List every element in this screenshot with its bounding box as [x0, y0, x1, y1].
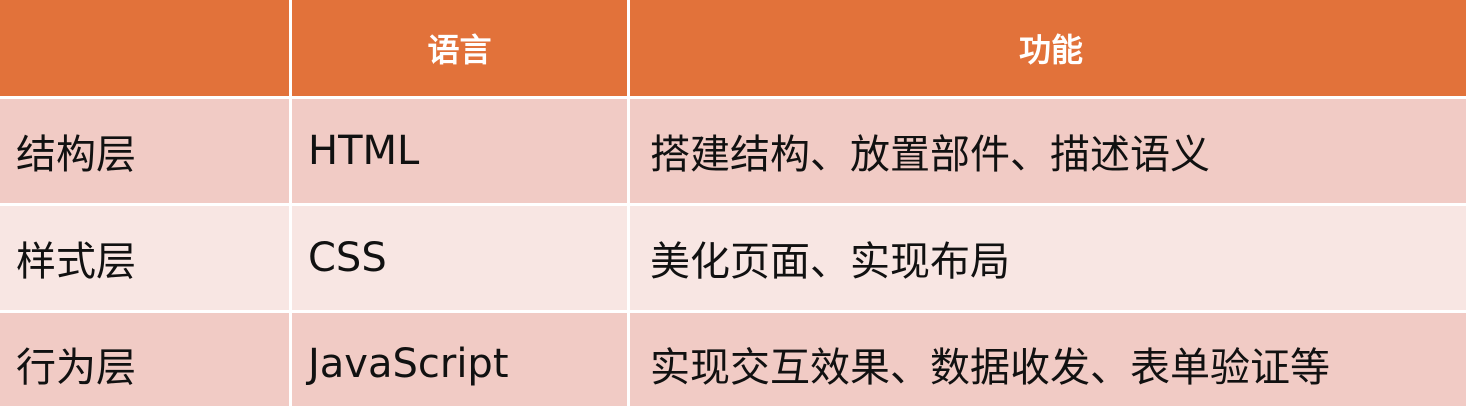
- row-style-layer: 样式层: [0, 206, 289, 310]
- row-structure-layer: 结构层: [0, 99, 289, 203]
- row-behavior-layer: 行为层: [0, 313, 289, 406]
- header-cell-function: 功能: [630, 0, 1466, 96]
- row-behavior-language: JavaScript: [292, 313, 627, 406]
- row-behavior-function: 实现交互效果、数据收发、表单验证等: [630, 313, 1466, 406]
- layers-table: 语言 功能 结构层 HTML 搭建结构、放置部件、描述语义 样式层 CSS 美化…: [0, 0, 1466, 406]
- row-style-language: CSS: [292, 206, 627, 310]
- row-style-function: 美化页面、实现布局: [630, 206, 1466, 310]
- header-cell-language: 语言: [292, 0, 627, 96]
- row-structure-function: 搭建结构、放置部件、描述语义: [630, 99, 1466, 203]
- row-structure-language: HTML: [292, 99, 627, 203]
- header-cell-empty: [0, 0, 289, 96]
